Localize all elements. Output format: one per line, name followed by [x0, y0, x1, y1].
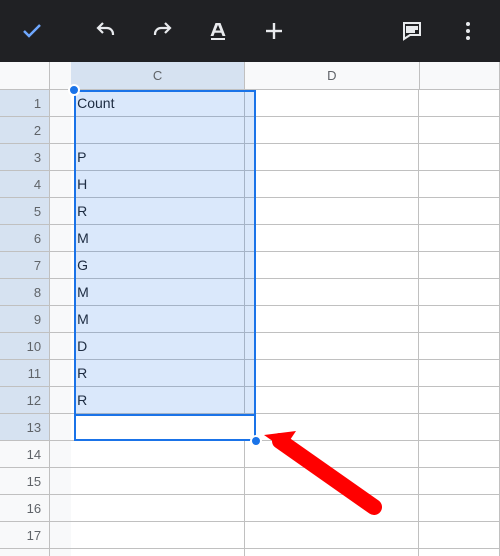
select-all-corner[interactable] — [0, 62, 50, 90]
row-header[interactable]: 14 — [0, 441, 50, 468]
row-header[interactable]: 10 — [0, 333, 50, 360]
text-format-icon — [206, 19, 230, 43]
cell-D7[interactable] — [245, 252, 419, 279]
cell-E13[interactable] — [419, 414, 500, 441]
comment-icon — [400, 19, 424, 43]
cell-D1[interactable] — [245, 90, 419, 117]
cell-E3[interactable] — [419, 144, 500, 171]
cell-E6[interactable] — [419, 225, 500, 252]
row-header[interactable]: 4 — [0, 171, 50, 198]
cell-E18[interactable] — [419, 549, 500, 556]
cell-C13[interactable] — [71, 414, 245, 441]
row-header[interactable]: 9 — [0, 306, 50, 333]
cell-C4[interactable]: H — [71, 171, 245, 198]
cell-D9[interactable] — [245, 306, 419, 333]
row-header[interactable]: 15 — [0, 468, 50, 495]
cell-D2[interactable] — [245, 117, 419, 144]
row-header[interactable]: 12 — [0, 387, 50, 414]
spreadsheet-grid[interactable]: C D 1Count 2 3P 4H 5R 6M 7G 8M 9M 10D 11… — [0, 62, 500, 556]
cell-C11[interactable]: R — [71, 360, 245, 387]
row-header[interactable]: 1 — [0, 90, 50, 117]
cell-C17[interactable] — [71, 522, 245, 549]
cell-E2[interactable] — [419, 117, 500, 144]
cell-D14[interactable] — [245, 441, 419, 468]
cell-D18[interactable] — [245, 549, 419, 556]
cell-E10[interactable] — [419, 333, 500, 360]
text-format-button[interactable] — [194, 7, 242, 55]
cell-C18[interactable] — [71, 549, 245, 556]
cell-C2[interactable] — [71, 117, 245, 144]
row-header[interactable]: 17 — [0, 522, 50, 549]
row-header[interactable]: 18 — [0, 549, 50, 556]
row-header[interactable]: 7 — [0, 252, 50, 279]
add-button[interactable] — [250, 7, 298, 55]
cell-E9[interactable] — [419, 306, 500, 333]
undo-icon — [94, 19, 118, 43]
more-vert-icon — [456, 19, 480, 43]
row-header[interactable]: 13 — [0, 414, 50, 441]
cell-D5[interactable] — [245, 198, 419, 225]
cell-E8[interactable] — [419, 279, 500, 306]
cell-E1[interactable] — [419, 90, 500, 117]
confirm-button[interactable] — [8, 7, 56, 55]
cell-C8[interactable]: M — [71, 279, 245, 306]
cell-C16[interactable] — [71, 495, 245, 522]
comment-button[interactable] — [388, 7, 436, 55]
cell-E12[interactable] — [419, 387, 500, 414]
cell-E16[interactable] — [419, 495, 500, 522]
cell-E4[interactable] — [419, 171, 500, 198]
cell-D11[interactable] — [245, 360, 419, 387]
col-header-E[interactable] — [420, 62, 500, 90]
more-button[interactable] — [444, 7, 492, 55]
row-header[interactable]: 11 — [0, 360, 50, 387]
toolbar — [0, 0, 500, 62]
cell-E15[interactable] — [419, 468, 500, 495]
cell-D12[interactable] — [245, 387, 419, 414]
cell-C9[interactable]: M — [71, 306, 245, 333]
row-header[interactable]: 2 — [0, 117, 50, 144]
row-header[interactable]: 8 — [0, 279, 50, 306]
cell-D17[interactable] — [245, 522, 419, 549]
cell-C15[interactable] — [71, 468, 245, 495]
cell-D4[interactable] — [245, 171, 419, 198]
row-header[interactable]: 16 — [0, 495, 50, 522]
redo-button[interactable] — [138, 7, 186, 55]
cell-D6[interactable] — [245, 225, 419, 252]
cell-C10[interactable]: D — [71, 333, 245, 360]
cell-D10[interactable] — [245, 333, 419, 360]
cell-C6[interactable]: M — [71, 225, 245, 252]
cell-E5[interactable] — [419, 198, 500, 225]
cell-C7[interactable]: G — [71, 252, 245, 279]
row-header[interactable]: 6 — [0, 225, 50, 252]
check-icon — [20, 19, 44, 43]
cell-E7[interactable] — [419, 252, 500, 279]
cell-D13[interactable] — [245, 414, 419, 441]
cell-E14[interactable] — [419, 441, 500, 468]
cell-C12[interactable]: R — [71, 387, 245, 414]
cell-E17[interactable] — [419, 522, 500, 549]
cell-D8[interactable] — [245, 279, 419, 306]
cell-D16[interactable] — [245, 495, 419, 522]
row-header[interactable]: 3 — [0, 144, 50, 171]
cell-C1[interactable]: Count — [71, 90, 245, 117]
col-header-D[interactable]: D — [245, 62, 419, 90]
cell-C5[interactable]: R — [71, 198, 245, 225]
undo-button[interactable] — [82, 7, 130, 55]
plus-icon — [262, 19, 286, 43]
cell-D15[interactable] — [245, 468, 419, 495]
cell-D3[interactable] — [245, 144, 419, 171]
redo-icon — [150, 19, 174, 43]
col-header-C[interactable]: C — [71, 62, 245, 90]
cell-C14[interactable] — [71, 441, 245, 468]
cell-E11[interactable] — [419, 360, 500, 387]
cell-C3[interactable]: P — [71, 144, 245, 171]
row-header[interactable]: 5 — [0, 198, 50, 225]
